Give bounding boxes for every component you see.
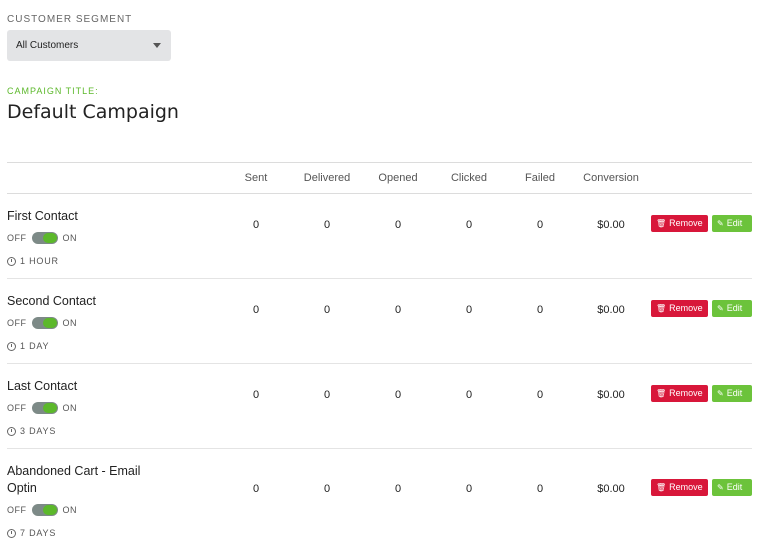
table-row: Last Contact OFF ON 3 DAYS 0 0 0 0 0 $0.…: [7, 364, 752, 449]
email-delay-label: 1 DAY: [20, 341, 50, 351]
toggle-off-label: OFF: [7, 505, 27, 515]
email-toggle-group: OFF ON: [7, 504, 77, 516]
remove-button[interactable]: 🗑 Remove: [651, 300, 708, 317]
email-delay: 1 HOUR: [7, 256, 59, 266]
remove-button[interactable]: 🗑 Remove: [651, 479, 708, 496]
email-name: Abandoned Cart - Email Optin: [7, 464, 141, 495]
delivered-count: 0: [323, 483, 331, 495]
campaign-table: Sent Delivered Opened Clicked Failed Con…: [7, 162, 752, 545]
edit-button[interactable]: ✎ Edit: [712, 300, 752, 317]
pencil-icon: ✎: [717, 483, 724, 492]
email-delay: 3 DAYS: [7, 426, 56, 436]
failed-count: 0: [536, 304, 544, 316]
remove-button-label: Remove: [669, 218, 703, 228]
column-header-failed: Failed: [525, 172, 555, 184]
email-name: Last Contact: [7, 379, 78, 393]
email-toggle-group: OFF ON: [7, 402, 77, 414]
opened-count: 0: [394, 389, 402, 401]
column-header-sent: Sent: [244, 172, 268, 184]
sent-count: 0: [252, 389, 260, 401]
column-header-delivered: Delivered: [303, 172, 351, 184]
delivered-count: 0: [323, 304, 331, 316]
conversion-value: $0.00: [597, 304, 625, 316]
opened-count: 0: [394, 219, 402, 231]
toggle-on-label: ON: [62, 233, 77, 243]
email-delay-label: 7 DAYS: [20, 528, 57, 538]
sent-count: 0: [252, 304, 260, 316]
customer-segment-select[interactable]: All Customers: [7, 30, 171, 61]
campaign-title-label: CAMPAIGN TITLE:: [7, 86, 99, 96]
edit-button[interactable]: ✎ Edit: [712, 215, 752, 232]
conversion-value: $0.00: [597, 389, 625, 401]
clicked-count: 0: [465, 304, 473, 316]
conversion-value: $0.00: [597, 483, 625, 495]
table-row: Abandoned Cart - Email Optin OFF ON 7 DA…: [7, 449, 752, 545]
edit-button-label: Edit: [726, 388, 743, 398]
clock-icon: [7, 426, 16, 436]
customer-segment-label: CUSTOMER SEGMENT: [7, 14, 133, 25]
clock-icon: [7, 256, 16, 266]
remove-button[interactable]: 🗑 Remove: [651, 385, 708, 402]
caret-down-icon: [153, 43, 161, 48]
trash-icon: 🗑: [656, 483, 667, 492]
opened-count: 0: [394, 483, 402, 495]
edit-button-label: Edit: [726, 303, 743, 313]
clock-icon: [7, 341, 16, 351]
edit-button[interactable]: ✎ Edit: [712, 385, 752, 402]
email-toggle[interactable]: [31, 317, 58, 329]
delivered-count: 0: [323, 389, 331, 401]
trash-icon: 🗑: [656, 389, 667, 398]
email-toggle[interactable]: [31, 504, 58, 516]
email-name: Second Contact: [7, 294, 96, 308]
edit-button-label: Edit: [726, 218, 743, 228]
clicked-count: 0: [465, 389, 473, 401]
clicked-count: 0: [465, 483, 473, 495]
email-toggle-group: OFF ON: [7, 317, 77, 329]
edit-button[interactable]: ✎ Edit: [712, 479, 752, 496]
email-name: First Contact: [7, 209, 78, 223]
column-header-clicked: Clicked: [450, 172, 488, 184]
delivered-count: 0: [323, 219, 331, 231]
failed-count: 0: [536, 483, 544, 495]
email-delay: 7 DAYS: [7, 528, 56, 538]
trash-icon: 🗑: [656, 219, 667, 228]
table-row: Second Contact OFF ON 1 DAY 0 0 0 0 0 $0…: [7, 279, 752, 364]
email-delay-label: 3 DAYS: [20, 426, 57, 436]
remove-button-label: Remove: [669, 482, 703, 492]
toggle-off-label: OFF: [7, 233, 27, 243]
toggle-off-label: OFF: [7, 318, 27, 328]
table-header: Sent Delivered Opened Clicked Failed Con…: [7, 162, 752, 194]
pencil-icon: ✎: [717, 219, 724, 228]
column-header-conversion: Conversion: [583, 172, 639, 184]
email-toggle[interactable]: [31, 402, 58, 414]
pencil-icon: ✎: [717, 304, 724, 313]
conversion-value: $0.00: [597, 219, 625, 231]
email-toggle-group: OFF ON: [7, 232, 77, 244]
remove-button[interactable]: 🗑 Remove: [651, 215, 708, 232]
sent-count: 0: [252, 219, 260, 231]
edit-button-label: Edit: [726, 482, 743, 492]
clicked-count: 0: [465, 219, 473, 231]
opened-count: 0: [394, 304, 402, 316]
toggle-off-label: OFF: [7, 403, 27, 413]
remove-button-label: Remove: [669, 388, 703, 398]
email-delay-label: 1 HOUR: [20, 256, 59, 266]
campaign-title: Default Campaign: [7, 101, 179, 123]
toggle-on-label: ON: [62, 403, 77, 413]
failed-count: 0: [536, 389, 544, 401]
pencil-icon: ✎: [717, 389, 724, 398]
table-row: First Contact OFF ON 1 HOUR 0 0 0 0 0 $0…: [7, 194, 752, 279]
toggle-on-label: ON: [62, 318, 77, 328]
remove-button-label: Remove: [669, 303, 703, 313]
failed-count: 0: [536, 219, 544, 231]
clock-icon: [7, 528, 16, 538]
trash-icon: 🗑: [656, 304, 667, 313]
email-delay: 1 DAY: [7, 341, 49, 351]
toggle-on-label: ON: [62, 505, 77, 515]
customer-segment-value: All Customers: [16, 40, 79, 51]
sent-count: 0: [252, 483, 260, 495]
column-header-opened: Opened: [378, 172, 418, 184]
email-toggle[interactable]: [31, 232, 58, 244]
